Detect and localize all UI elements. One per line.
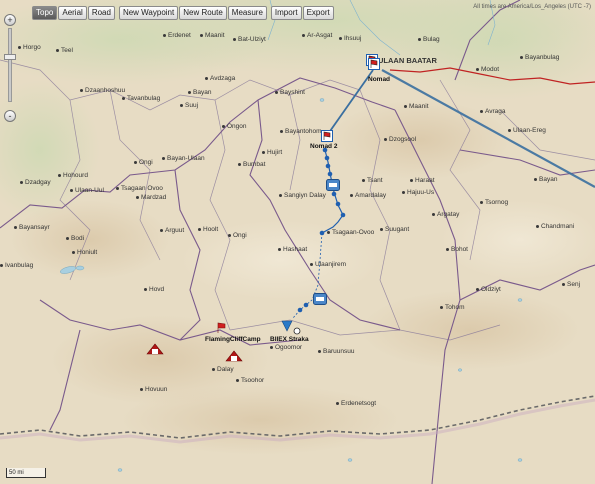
place-label: Dzaanhoshuu xyxy=(80,87,125,95)
place-label: Hohourd xyxy=(58,172,88,180)
place-label: Bayan-Ulaan xyxy=(162,155,205,163)
place-label: Tsagaan-Ovoo xyxy=(327,229,374,237)
place-label: Ulaan-Ereg xyxy=(508,127,546,135)
place-label: Argatay xyxy=(432,211,459,219)
map-toolbar: Topo Aerial Road New Waypoint New Route … xyxy=(32,6,334,20)
place-label: Horgo xyxy=(18,44,41,52)
place-label: Oldziyt xyxy=(476,286,501,294)
terrain-layer xyxy=(0,0,595,484)
zoom-in-button[interactable]: + xyxy=(4,14,16,26)
import-button[interactable]: Import xyxy=(270,6,302,20)
place-label: Hoolt xyxy=(198,226,218,234)
map-type-group: Topo Aerial Road xyxy=(32,6,115,20)
red-flag-icon[interactable] xyxy=(216,322,226,334)
place-label: Hovd xyxy=(144,286,164,294)
vehicle-icon[interactable] xyxy=(313,293,327,305)
place-label: Bayantohom xyxy=(280,128,322,136)
waypoint-label-biiex-straka: BIIEX Straka xyxy=(270,336,309,343)
place-label: Maanit xyxy=(404,103,429,111)
capital-label: ULAAN BAATAR xyxy=(366,54,437,66)
export-button[interactable]: Export xyxy=(302,6,334,20)
place-label: Erdenet xyxy=(163,32,191,40)
place-label: Ar-Asgat xyxy=(302,32,332,40)
waypoint-label-nomad-2: Nomad 2 xyxy=(310,143,338,150)
place-label: Ongon xyxy=(222,123,247,131)
waypoint-label-flamingcliffcamp: FlamingCliffCamp xyxy=(205,336,261,343)
place-label: Bulag xyxy=(418,36,440,44)
edit-group: New Waypoint New Route Measure xyxy=(118,6,267,20)
place-label: Maanit xyxy=(200,32,225,40)
place-label: Ongi xyxy=(134,159,153,167)
place-label: Hujirt xyxy=(262,149,282,157)
circle-marker-icon[interactable] xyxy=(293,327,301,335)
place-label: Bayan xyxy=(188,89,211,97)
place-label: Tohom xyxy=(440,304,465,312)
vehicle-icon[interactable] xyxy=(326,179,340,191)
place-label: Bat-Ulziyt xyxy=(233,36,266,44)
place-label: Dzadgay xyxy=(20,179,51,187)
place-label: Bumbat xyxy=(238,161,265,169)
topo-button[interactable]: Topo xyxy=(32,6,58,20)
zoom-out-button[interactable]: - xyxy=(4,110,16,122)
place-label: Bohot xyxy=(446,246,468,254)
place-label: Bayshint xyxy=(275,89,305,97)
place-label: Sangiyn Dalay xyxy=(279,192,326,200)
timezone-note: All times are America/Los_Angeles (UTC -… xyxy=(473,4,591,10)
place-label: Baruunsuu xyxy=(318,348,354,356)
place-label: Ogoomor xyxy=(270,344,302,352)
place-label: Honiult xyxy=(72,249,97,257)
place-label: Amardalay xyxy=(350,192,386,200)
new-route-button[interactable]: New Route xyxy=(179,6,227,20)
place-label: Modot xyxy=(476,66,499,74)
place-label: Arguut xyxy=(160,227,184,235)
place-label: Hashaat xyxy=(278,246,307,254)
place-label: Dzogsool xyxy=(384,136,416,144)
campsite-icon[interactable] xyxy=(146,342,164,356)
waypoint-label-nomad: Nomad xyxy=(368,76,391,83)
waypoint-flag-icon[interactable] xyxy=(368,58,380,70)
place-label: Ongi xyxy=(228,232,247,240)
place-label: Chandmani xyxy=(536,223,574,231)
zoom-slider-track[interactable] xyxy=(8,28,12,102)
campsite-icon[interactable] xyxy=(225,349,243,363)
place-label: Tavanbulag xyxy=(122,95,160,103)
scale-bar: 50 mi xyxy=(6,468,46,478)
place-label: Ihsuuj xyxy=(339,35,361,43)
road-button[interactable]: Road xyxy=(87,6,115,20)
place-label: Tsoohor xyxy=(236,377,264,385)
place-label: Ulaan-Uul xyxy=(70,187,104,195)
file-group: Import Export xyxy=(270,6,334,20)
place-label: Hovuun xyxy=(140,386,167,394)
place-label: Tsagaan Ovoo xyxy=(116,185,163,193)
place-label: Hajuu-Us xyxy=(402,189,434,197)
new-waypoint-button[interactable]: New Waypoint xyxy=(118,6,179,20)
place-label: Senj xyxy=(562,281,580,289)
map-canvas[interactable]: Topo Aerial Road New Waypoint New Route … xyxy=(0,0,595,484)
triangle-marker-icon[interactable] xyxy=(281,320,293,332)
place-label: Mardzad xyxy=(136,194,166,202)
zoom-slider-handle[interactable] xyxy=(4,53,16,60)
place-label: Haraat xyxy=(410,177,435,185)
place-label: Teel xyxy=(56,47,73,55)
waypoint-flag-icon[interactable] xyxy=(321,130,333,142)
measure-button[interactable]: Measure xyxy=(227,6,267,20)
place-label: Ivanbulag xyxy=(0,262,33,270)
place-label: Avraga xyxy=(480,108,505,116)
aerial-button[interactable]: Aerial xyxy=(58,6,87,20)
place-label: Bodi xyxy=(66,235,84,243)
place-label: Suugant xyxy=(380,226,409,234)
place-label: Bayanbulag xyxy=(520,54,559,62)
place-label: Bayansayr xyxy=(14,224,50,232)
place-label: Tsant xyxy=(362,177,383,185)
place-label: Suuj xyxy=(180,102,198,110)
zoom-control: + - xyxy=(4,14,16,122)
place-label: Bayan xyxy=(534,176,557,184)
place-label: Dalay xyxy=(212,366,234,374)
place-label: Avdzaga xyxy=(205,75,235,83)
place-label: Ulaanjirem xyxy=(310,261,346,269)
place-label: Tsornog xyxy=(480,199,508,207)
place-label: Erdenetsogt xyxy=(336,400,376,408)
